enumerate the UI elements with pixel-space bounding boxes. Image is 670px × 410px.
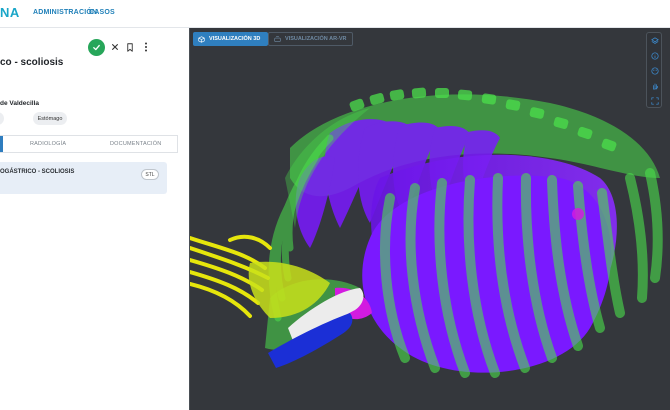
top-bar: NA ADMINISTRACIÓN CASOS (0, 0, 670, 28)
3d-viewer[interactable]: VISUALIZACIÓN 3D VISUALIZACIÓN AR-VR (190, 28, 670, 410)
ar-vr-icon (274, 35, 281, 42)
tab-visualizacion-ar-vr[interactable]: VISUALIZACIÓN AR-VR (268, 32, 353, 46)
active-tab-indicator (0, 136, 3, 152)
tag-chip (0, 112, 4, 125)
brand-logo[interactable]: NA (0, 5, 20, 20)
tab-documentacion[interactable]: DOCUMENTACIÓN (110, 141, 161, 147)
more-options-button[interactable] (140, 41, 152, 53)
close-icon (112, 44, 118, 50)
stl-badge: STL (141, 169, 159, 180)
viewer-toolbar (646, 32, 662, 108)
anatomy-3d-model[interactable] (190, 28, 670, 410)
cube-rotate-icon (198, 35, 205, 43)
magenta-node (572, 208, 584, 220)
tag-chip-estomago: Estómago (33, 112, 67, 125)
layers-icon[interactable] (650, 36, 659, 45)
case-list-item[interactable]: OGÁSTRICO - SCOLIOSIS STL (0, 162, 167, 194)
tab-visualizacion-3d[interactable]: VISUALIZACIÓN 3D (193, 32, 268, 46)
tab-ar-vr-label: VISUALIZACIÓN AR-VR (285, 36, 347, 42)
nav-administracion[interactable]: ADMINISTRACIÓN (33, 9, 97, 16)
bookmark-button[interactable] (124, 41, 136, 53)
info-icon[interactable] (650, 51, 659, 60)
bookmark-icon (127, 42, 133, 52)
tab-radiologia[interactable]: RADIOLOGÍA (30, 141, 66, 147)
hospital-name: de Valdecilla (0, 100, 40, 107)
close-button[interactable] (109, 41, 121, 53)
fullscreen-icon[interactable] (650, 96, 659, 105)
confirm-button[interactable] (88, 39, 105, 56)
nav-casos[interactable]: CASOS (89, 9, 115, 16)
palette-icon[interactable] (650, 66, 659, 75)
case-title: co - scoliosis (0, 57, 64, 68)
case-detail-panel: co - scoliosis de Valdecilla Estómago RA… (0, 28, 189, 410)
check-icon (93, 44, 100, 51)
case-item-name: OGÁSTRICO - SCOLIOSIS (0, 169, 75, 175)
more-vertical-icon (145, 42, 147, 52)
tab-3d-label: VISUALIZACIÓN 3D (209, 36, 261, 42)
case-tabs: RADIOLOGÍA DOCUMENTACIÓN (0, 135, 178, 153)
hand-icon[interactable] (650, 81, 659, 90)
